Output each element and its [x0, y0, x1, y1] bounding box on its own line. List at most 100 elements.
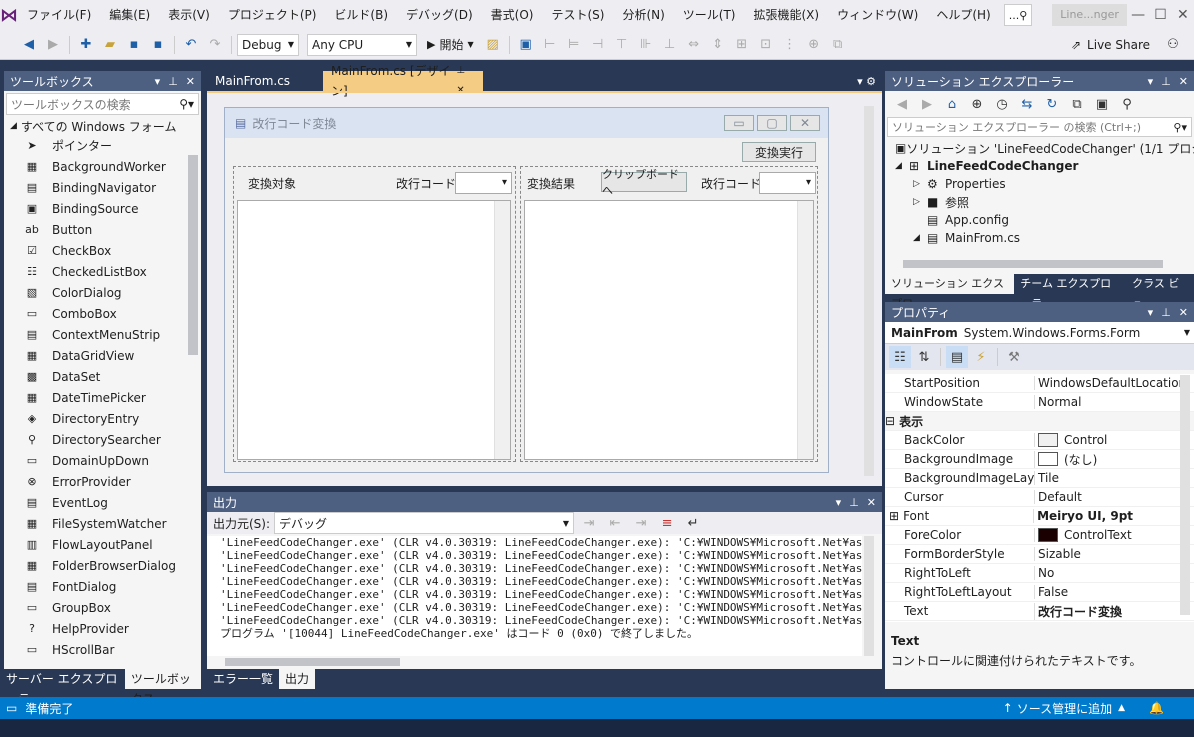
property-value[interactable]: 改行コード変換	[1034, 602, 1194, 620]
property-row[interactable]: WindowState Normal	[885, 393, 1194, 412]
expand-arrow-icon[interactable]: ◢	[895, 161, 909, 171]
toolbox-item[interactable]: ▦ DataGridView	[4, 345, 201, 366]
forward-icon[interactable]: ▶	[42, 34, 64, 56]
close-icon[interactable]: ✕	[186, 75, 195, 88]
new-project-icon[interactable]: ✚	[75, 34, 97, 56]
property-value[interactable]: WindowsDefaultLocation	[1034, 376, 1194, 390]
toolbox-item[interactable]: ▥ FlowLayoutPanel	[4, 534, 201, 555]
property-row[interactable]: ForeColor ControlText	[885, 526, 1194, 545]
center-icon[interactable]: ⊕	[803, 34, 825, 56]
toolbox-category[interactable]: ◢ すべての Windows フォーム	[4, 117, 201, 135]
close-icon[interactable]: ✕	[1179, 75, 1188, 88]
tab-solution-explorer[interactable]: ソリューション エクスプロ...	[885, 274, 1015, 310]
property-row[interactable]: BackgroundImageLayout Tile	[885, 469, 1194, 488]
back-icon[interactable]: ◀	[18, 34, 40, 56]
menu-item-8[interactable]: 分析(N)	[613, 0, 673, 30]
convert-button[interactable]: 変換実行	[742, 142, 816, 162]
dropdown-icon[interactable]: ▾	[155, 75, 161, 88]
notification-bell-icon[interactable]: 🔔	[1149, 701, 1164, 715]
pin-icon[interactable]: ⊥	[1161, 75, 1171, 88]
expand-arrow-icon[interactable]: ▷	[913, 197, 927, 207]
tab-output[interactable]: 出力	[279, 669, 316, 689]
live-share-button[interactable]: ⇗ Live Share	[1071, 38, 1150, 52]
menu-item-7[interactable]: テスト(S)	[542, 0, 613, 30]
property-value[interactable]: Sizable	[1034, 547, 1194, 561]
menu-item-1[interactable]: 編集(E)	[100, 0, 159, 30]
grid-icon[interactable]: ⊡	[755, 34, 777, 56]
tab-server-explorer[interactable]: サーバー エクスプローラー	[0, 669, 125, 706]
source-scrollbar[interactable]	[494, 201, 510, 459]
property-row[interactable]: BackgroundImage (なし)	[885, 450, 1194, 469]
properties-scrollbar[interactable]	[1180, 375, 1190, 615]
property-row[interactable]: Cursor Default	[885, 488, 1194, 507]
toolbox-scrollbar[interactable]	[188, 155, 198, 355]
back-icon[interactable]: ◀	[891, 93, 913, 115]
result-linefeed-combo[interactable]: ▾	[759, 172, 816, 194]
pin-icon[interactable]: ⊥	[1161, 306, 1171, 319]
toolbox-item[interactable]: ▭ GroupBox	[4, 597, 201, 618]
toolbox-item[interactable]: ? HelpProvider	[4, 618, 201, 639]
menu-item-9[interactable]: ツール(T)	[674, 0, 745, 30]
property-value[interactable]: Normal	[1034, 395, 1194, 409]
winform-mainfrom[interactable]: ▤ 改行コード変換 ▭ ▢ ✕ 変換実行 変換対象 改行コード ▾ 変換結果 ク…	[224, 107, 829, 473]
toolbox-item[interactable]: ▦ FileSystemWatcher	[4, 513, 201, 534]
menu-item-2[interactable]: 表示(V)	[159, 0, 219, 30]
property-value[interactable]: Default	[1034, 490, 1194, 504]
clear-all-icon[interactable]: ≡	[656, 512, 678, 534]
toolbox-item[interactable]: ▭ ComboBox	[4, 303, 201, 324]
property-row[interactable]: RightToLeft No	[885, 564, 1194, 583]
toolbox-item[interactable]: ▣ BindingSource	[4, 198, 201, 219]
browser-link-icon[interactable]: ▣	[515, 34, 537, 56]
same-height-icon[interactable]: ⇕	[707, 34, 729, 56]
property-value[interactable]: Meiryo UI, 9pt	[1033, 509, 1194, 523]
pin-icon[interactable]: ⊥	[168, 75, 178, 88]
property-row[interactable]: RightToLeftLayout False	[885, 583, 1194, 602]
search-box[interactable]: ... ⚲	[1003, 4, 1033, 26]
tree-item[interactable]: ▣ソリューション 'LineFeedCodeChanger' (1/1 プロジェ…	[885, 139, 1194, 157]
toolbox-item[interactable]: ab Button	[4, 219, 201, 240]
settings-gear-icon[interactable]: ▾ ⚙	[857, 75, 882, 88]
menu-item-0[interactable]: ファイル(F)	[18, 0, 100, 30]
word-wrap-icon[interactable]: ↵	[682, 512, 704, 534]
align-right-icon[interactable]: ⊣	[587, 34, 609, 56]
toolbox-item[interactable]: ▤ FontDialog	[4, 576, 201, 597]
close-button[interactable]: ✕	[1172, 0, 1194, 30]
spacing-icon[interactable]: ⋮	[779, 34, 801, 56]
result-scrollbar[interactable]	[797, 201, 813, 459]
tab-error-list[interactable]: エラー一覧	[207, 669, 279, 689]
tree-item[interactable]: ▷ ⚙ Properties	[885, 175, 1194, 193]
property-row[interactable]: ⊞ Font Meiryo UI, 9pt	[885, 507, 1194, 526]
expand-icon[interactable]: ⊞	[885, 509, 899, 523]
find-message-icon[interactable]: ⇥	[578, 512, 600, 534]
property-value[interactable]: Control	[1034, 433, 1194, 447]
save-all-icon[interactable]: ▪	[147, 34, 169, 56]
property-value[interactable]: No	[1034, 566, 1194, 580]
designer-scrollbar[interactable]	[864, 106, 874, 476]
toolbox-item[interactable]: ☷ CheckedListBox	[4, 261, 201, 282]
close-icon[interactable]: ✕	[867, 496, 876, 509]
undo-icon[interactable]: ↶	[180, 34, 202, 56]
property-value[interactable]: (なし)	[1034, 450, 1194, 468]
expand-arrow-icon[interactable]: ◢	[913, 233, 927, 243]
property-row[interactable]: FormBorderStyle Sizable	[885, 545, 1194, 564]
toolbox-item[interactable]: ▧ ColorDialog	[4, 282, 201, 303]
toolbox-item[interactable]: ▭ DomainUpDown	[4, 450, 201, 471]
property-row[interactable]: ⊟ 表示	[885, 412, 1194, 431]
property-row[interactable]: BackColor Control	[885, 431, 1194, 450]
clipboard-button[interactable]: クリップボードへ	[601, 168, 687, 197]
refresh-icon[interactable]: ↻	[1041, 93, 1063, 115]
collapse-icon[interactable]: ⊟	[885, 414, 895, 428]
pin-icon close-icon[interactable]: ⊥ ✕	[456, 61, 475, 101]
next-message-icon[interactable]: ⇥	[630, 512, 652, 534]
switch-views-icon[interactable]: ⊕	[966, 93, 988, 115]
pin-icon[interactable]: ⊥	[849, 496, 859, 509]
menu-item-4[interactable]: ビルド(B)	[325, 0, 397, 30]
source-control-button[interactable]: ソース管理に追加	[1017, 700, 1112, 717]
toolbox-item[interactable]: ▤ BindingNavigator	[4, 177, 201, 198]
tab-mainfrom-design[interactable]: MainFrom.cs [デザイン] ⊥ ✕	[323, 64, 483, 98]
categorized-icon[interactable]: ☷	[889, 346, 911, 368]
open-folder-icon[interactable]: ▰	[99, 34, 121, 56]
expand-arrow-icon[interactable]: ▷	[913, 179, 927, 189]
output-vscrollbar[interactable]	[864, 536, 874, 656]
tab-class-view[interactable]: クラス ビュー	[1126, 274, 1194, 310]
